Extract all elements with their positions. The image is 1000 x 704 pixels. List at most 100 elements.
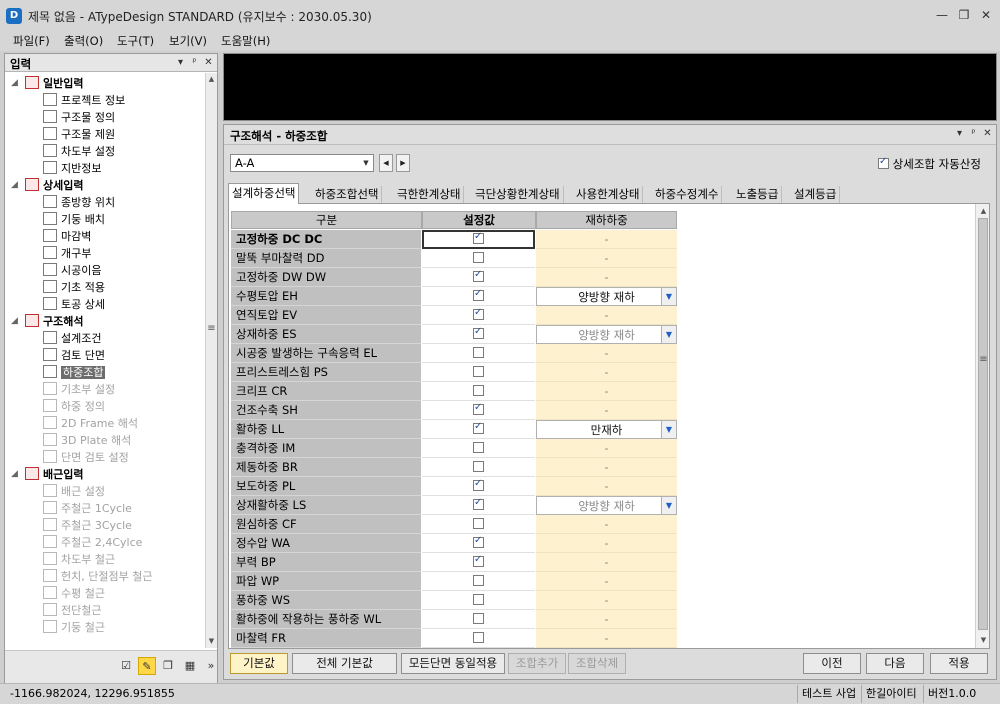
tree-item[interactable]: 검토 단면 bbox=[43, 347, 105, 364]
tree-item[interactable]: 개구부 bbox=[43, 245, 91, 262]
setting-cell[interactable] bbox=[422, 515, 535, 534]
excel-tool-icon[interactable]: ▦ bbox=[181, 657, 199, 675]
scroll-thumb[interactable] bbox=[978, 218, 988, 630]
setting-cell[interactable] bbox=[422, 306, 535, 325]
scroll-down-icon[interactable]: ▼ bbox=[978, 634, 989, 646]
applied-load-select[interactable]: 양방향 재하 ▼ bbox=[536, 287, 677, 306]
tree-group[interactable]: ◢ 구조해석 bbox=[11, 313, 83, 330]
tree-item[interactable]: 구조물 제원 bbox=[43, 126, 115, 143]
setting-cell[interactable] bbox=[422, 325, 535, 344]
setting-cell[interactable] bbox=[422, 496, 535, 515]
tree-item[interactable]: 배근 설정 bbox=[43, 483, 105, 500]
prev-button[interactable]: 이전 bbox=[803, 653, 861, 674]
setting-cell[interactable] bbox=[422, 401, 535, 420]
scroll-up-icon[interactable]: ▲ bbox=[206, 73, 217, 85]
tab-0[interactable]: 설계하중선택 bbox=[228, 183, 300, 204]
scroll-grip-icon[interactable]: ≡ bbox=[206, 323, 217, 335]
pin-icon[interactable]: ᵖ bbox=[189, 56, 200, 69]
setting-cell[interactable] bbox=[422, 344, 535, 363]
tab-1[interactable]: 하중조합선택 bbox=[312, 186, 383, 203]
copy-tool-icon[interactable]: ❐ bbox=[159, 657, 177, 675]
drawing-viewport[interactable] bbox=[223, 53, 997, 121]
tree-scrollbar[interactable]: ▲ ≡ ▼ bbox=[205, 73, 217, 648]
close-icon[interactable]: ✕ bbox=[978, 7, 994, 23]
all-default-button[interactable]: 전체 기본값 bbox=[292, 653, 397, 674]
chevron-down-icon[interactable]: ▼ bbox=[661, 421, 676, 438]
restore-icon[interactable]: ❐ bbox=[956, 7, 972, 23]
tree-item[interactable]: 기둥 철근 bbox=[43, 619, 105, 636]
setting-cell[interactable] bbox=[422, 458, 535, 477]
tree-item[interactable]: 설계조건 bbox=[43, 330, 101, 347]
prev-section-button[interactable]: ◀ bbox=[379, 154, 393, 172]
menu-file[interactable]: 파일(F) bbox=[13, 33, 50, 49]
tree-group[interactable]: ◢ 상세입력 bbox=[11, 177, 83, 194]
tree-item[interactable]: 주철근 3Cycle bbox=[43, 517, 132, 534]
checkbox-icon[interactable] bbox=[473, 575, 484, 586]
panel-menu-icon[interactable]: ▾ bbox=[954, 127, 965, 140]
checkbox-icon[interactable] bbox=[473, 307, 484, 320]
apply-all-sections-button[interactable]: 모든단면 동일적용 bbox=[401, 653, 505, 674]
tree-item[interactable]: 기초부 설정 bbox=[43, 381, 115, 398]
tree-item[interactable]: 단면 검토 설정 bbox=[43, 449, 129, 466]
menu-help[interactable]: 도움말(H) bbox=[221, 33, 270, 49]
scroll-down-icon[interactable]: ▼ bbox=[206, 635, 217, 647]
tree-group[interactable]: ◢ 일반입력 bbox=[11, 75, 83, 92]
pencil-tool-icon[interactable]: ✎ bbox=[138, 657, 156, 675]
tree-group[interactable]: ◢ 배근입력 bbox=[11, 466, 83, 483]
setting-cell[interactable] bbox=[422, 287, 535, 306]
chevron-down-icon[interactable]: ▼ bbox=[661, 497, 676, 514]
tree-item[interactable]: 차도부 설정 bbox=[43, 143, 115, 160]
tab-2[interactable]: 극한한계상태 bbox=[394, 186, 465, 203]
minimize-icon[interactable]: — bbox=[934, 7, 950, 23]
apply-button[interactable]: 적용 bbox=[930, 653, 988, 674]
tree-item[interactable]: 마감벽 bbox=[43, 228, 91, 245]
checkbox-icon[interactable] bbox=[473, 535, 484, 548]
tree-item[interactable]: 프로젝트 정보 bbox=[43, 92, 125, 109]
tree-item[interactable]: 기둥 배치 bbox=[43, 211, 105, 228]
setting-cell[interactable] bbox=[422, 249, 535, 268]
expander-icon[interactable]: ◢ bbox=[11, 466, 20, 483]
tab-5[interactable]: 하중수정계수 bbox=[652, 186, 723, 203]
checkbox-icon[interactable] bbox=[473, 421, 484, 434]
expander-icon[interactable]: ◢ bbox=[11, 177, 20, 194]
tree-item[interactable]: 차도부 철근 bbox=[43, 551, 115, 568]
chevron-down-icon[interactable]: ▼ bbox=[359, 155, 373, 171]
pin-icon[interactable]: ᵖ bbox=[968, 127, 979, 140]
add-combination-button[interactable]: 조합추가 bbox=[508, 653, 566, 674]
setting-cell[interactable] bbox=[422, 420, 535, 439]
auto-calc-checkbox[interactable]: 상세조합 자동산정 bbox=[878, 156, 981, 172]
scroll-up-icon[interactable]: ▲ bbox=[978, 205, 989, 217]
checkbox-icon[interactable] bbox=[473, 269, 484, 282]
chevron-down-icon[interactable]: ▼ bbox=[661, 326, 676, 343]
setting-cell[interactable] bbox=[422, 363, 535, 382]
checkbox-icon[interactable] bbox=[473, 252, 484, 263]
tree-item[interactable]: 토공 상세 bbox=[43, 296, 105, 313]
checkbox-icon[interactable] bbox=[473, 497, 484, 510]
checkbox-icon[interactable] bbox=[473, 366, 484, 377]
checkbox-icon[interactable] bbox=[473, 518, 484, 529]
checkbox-icon[interactable] bbox=[473, 442, 484, 453]
panel-close-icon[interactable]: ✕ bbox=[982, 127, 993, 140]
delete-combination-button[interactable]: 조합삭제 bbox=[568, 653, 626, 674]
tree-item[interactable]: 3D Plate 해석 bbox=[43, 432, 131, 449]
checkbox-icon[interactable] bbox=[473, 347, 484, 358]
menu-tools[interactable]: 도구(T) bbox=[117, 33, 154, 49]
default-button[interactable]: 기본값 bbox=[230, 653, 288, 674]
checkbox-icon[interactable] bbox=[473, 461, 484, 472]
expander-icon[interactable]: ◢ bbox=[11, 75, 20, 92]
checkbox-icon[interactable] bbox=[878, 156, 889, 169]
applied-load-select[interactable]: 양방향 재하 ▼ bbox=[536, 496, 677, 515]
panel-menu-icon[interactable]: ▾ bbox=[175, 56, 186, 69]
checkbox-icon[interactable] bbox=[473, 402, 484, 415]
tree-item[interactable]: 헌치, 단절점부 철근 bbox=[43, 568, 152, 585]
applied-load-select[interactable]: 양방향 재하 ▼ bbox=[536, 325, 677, 344]
tab-4[interactable]: 사용한계상태 bbox=[573, 186, 644, 203]
checkbox-icon[interactable] bbox=[473, 288, 484, 301]
chevron-down-icon[interactable]: ▼ bbox=[661, 288, 676, 305]
more-tool-icon[interactable]: » bbox=[202, 657, 220, 675]
next-section-button[interactable]: ▶ bbox=[396, 154, 410, 172]
setting-cell[interactable] bbox=[422, 230, 535, 249]
applied-load-select[interactable]: 만재하 ▼ bbox=[536, 420, 677, 439]
checkbox-icon[interactable] bbox=[473, 554, 484, 567]
section-select[interactable]: A-A ▼ bbox=[230, 154, 374, 172]
